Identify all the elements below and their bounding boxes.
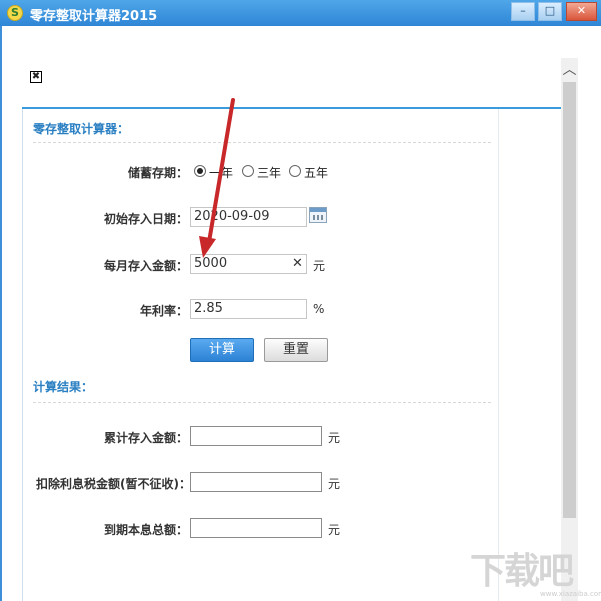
watermark-logo: 下载吧 xyxy=(470,551,574,592)
annotation-arrow-icon xyxy=(199,98,235,258)
watermark-url: www.xiazaiba.com xyxy=(540,590,601,598)
